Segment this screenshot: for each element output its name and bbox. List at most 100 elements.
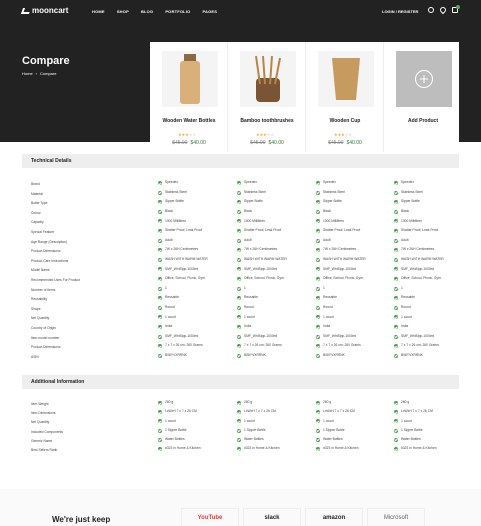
check-icon (158, 401, 162, 405)
value-text: Adult (165, 237, 173, 242)
cart-icon[interactable] (452, 5, 460, 13)
menu-blog[interactable]: BLOG (141, 9, 153, 14)
microsoft-logo: Microsoft (383, 514, 409, 521)
row-label: Item model number (31, 335, 60, 340)
row-value: Sipper Bottle (394, 200, 420, 205)
row-value: WASH WITH WARM WATER (158, 258, 208, 262)
value-text: Office, School, Picnic, Gym (323, 276, 363, 281)
brand-logo-amazon[interactable]: amazon (305, 508, 363, 526)
row-label: ASIN (31, 354, 39, 359)
value-text: WASH WITH WARM WATER (165, 257, 208, 262)
main-menu: HOME SHOP BLOG PORTFOLIO PAGES (92, 9, 217, 14)
product-name[interactable]: Wooden Cup (306, 118, 384, 124)
check-icon (158, 248, 162, 253)
menu-home[interactable]: HOME (92, 9, 105, 14)
bottle-icon (180, 54, 200, 104)
value-text: 7 x 7 x 26 cm; 260 Grams (401, 343, 439, 348)
value-text: WASH WITH WARM WATER (323, 257, 366, 262)
row-value: 260 g (316, 401, 331, 405)
value-text: 7 x 7 x 26 cm; 260 Grams (323, 343, 361, 348)
check-icon (394, 277, 398, 281)
check-icon (394, 200, 398, 205)
row-value: Black (316, 210, 331, 214)
value-text: SMF_WhtSipp-1000ml (401, 333, 435, 338)
value-text: 1000 Millilitres (323, 218, 344, 223)
row-value: Sipper Bottle (158, 199, 184, 205)
row-label: Model Name (31, 268, 50, 273)
row-label: Product Care Instructions (31, 258, 69, 263)
row-value: B08YVXRRNK (158, 354, 187, 358)
check-icon (237, 286, 241, 291)
check-icon (237, 181, 241, 185)
heart-icon[interactable] (438, 5, 448, 15)
check-icon (316, 410, 320, 415)
check-icon (316, 334, 320, 339)
row-value: India (316, 325, 330, 329)
check-icon (158, 353, 162, 358)
row-label: Product Dimensions (31, 249, 61, 254)
login-link[interactable]: LOGIN / REGISTER (382, 9, 418, 14)
check-icon (316, 200, 320, 205)
menu-shop[interactable]: SHOP (117, 9, 129, 14)
value-text: 7W x 26H Centimetres (401, 247, 435, 252)
product-card: Wooden Cup ★★★★★ $45.00 $40.00 (306, 42, 384, 152)
row-value: SMF_WhtSipp-1000ml (316, 266, 357, 272)
check-icon (316, 401, 320, 405)
value-text: 1 Sipper Bottle (244, 427, 266, 432)
row-value: 1000 Millilitres (316, 218, 344, 224)
product-image[interactable] (318, 51, 374, 107)
row-value: B08YVXRRNK (316, 354, 345, 358)
compare-row: Capacity 1000 Millilitres 1000 Millilitres… (22, 218, 459, 227)
value-text: LxWxH 7 x 7 x 26 CM (323, 409, 355, 414)
row-value: WASH WITH WARM WATER (394, 258, 444, 262)
row-value: 260 g (394, 401, 409, 405)
check-icon (394, 437, 398, 442)
value-text: 7 x 7 x 26 cm; 260 Grams (244, 343, 282, 348)
value-text: Water Bottles (165, 437, 185, 442)
logo[interactable]: mooncart (20, 6, 68, 15)
check-icon (316, 286, 320, 291)
value-text: Sipper Bottle (165, 199, 184, 204)
row-value: Reusable (158, 296, 179, 301)
value-text: WASH WITH WARM WATER (401, 257, 444, 262)
value-text: 1 (401, 285, 403, 290)
row-value: #323 in Home & Kitchen (394, 447, 437, 451)
product-name[interactable]: Bamboo toothbrushes (228, 118, 306, 124)
value-text: India (244, 324, 252, 329)
row-label: Net Quantity (31, 316, 50, 321)
row-value: 1 (158, 286, 167, 291)
brand-logo-microsoft[interactable]: Microsoft (367, 508, 425, 526)
check-icon (237, 209, 241, 214)
row-label: Included Components (31, 429, 64, 434)
check-icon (237, 428, 241, 433)
check-icon (158, 447, 162, 451)
product-name[interactable]: Wooden Water Bottles (150, 118, 228, 124)
check-icon (316, 305, 320, 310)
row-value: B08YVXRRNK (394, 354, 423, 358)
check-icon (316, 353, 320, 358)
check-icon (316, 315, 320, 320)
brand-logo-slack[interactable]: slack (243, 508, 301, 526)
product-image[interactable] (240, 51, 296, 107)
check-icon (237, 344, 241, 349)
brand-logo-youtube[interactable]: YouTube (181, 508, 239, 526)
value-text: SMF_WhtSipp-1000ml (323, 266, 357, 271)
row-value: Black (237, 210, 252, 214)
check-icon (394, 181, 398, 185)
add-product-label[interactable]: Add Product (384, 118, 462, 124)
value-text: Water Bottles (244, 437, 264, 442)
menu-portfolio[interactable]: PORTFOLIO (165, 9, 190, 14)
check-icon (316, 428, 320, 433)
breadcrumb-home[interactable]: Home (22, 71, 33, 76)
rating-stars: ★★★★★ (178, 132, 196, 137)
add-product-image[interactable] (396, 51, 452, 107)
menu-pages[interactable]: PAGES (202, 9, 217, 14)
product-image[interactable] (162, 51, 218, 107)
compare-row: Age Range (Description) Adult Adult Adult Ad… (22, 238, 459, 247)
check-icon (237, 257, 241, 262)
row-value: 1 (237, 286, 246, 291)
add-product-card[interactable]: Add Product (384, 42, 459, 152)
search-icon[interactable] (428, 7, 434, 13)
value-text: 1 count (323, 314, 334, 319)
row-label: Country of Origin (31, 326, 56, 330)
